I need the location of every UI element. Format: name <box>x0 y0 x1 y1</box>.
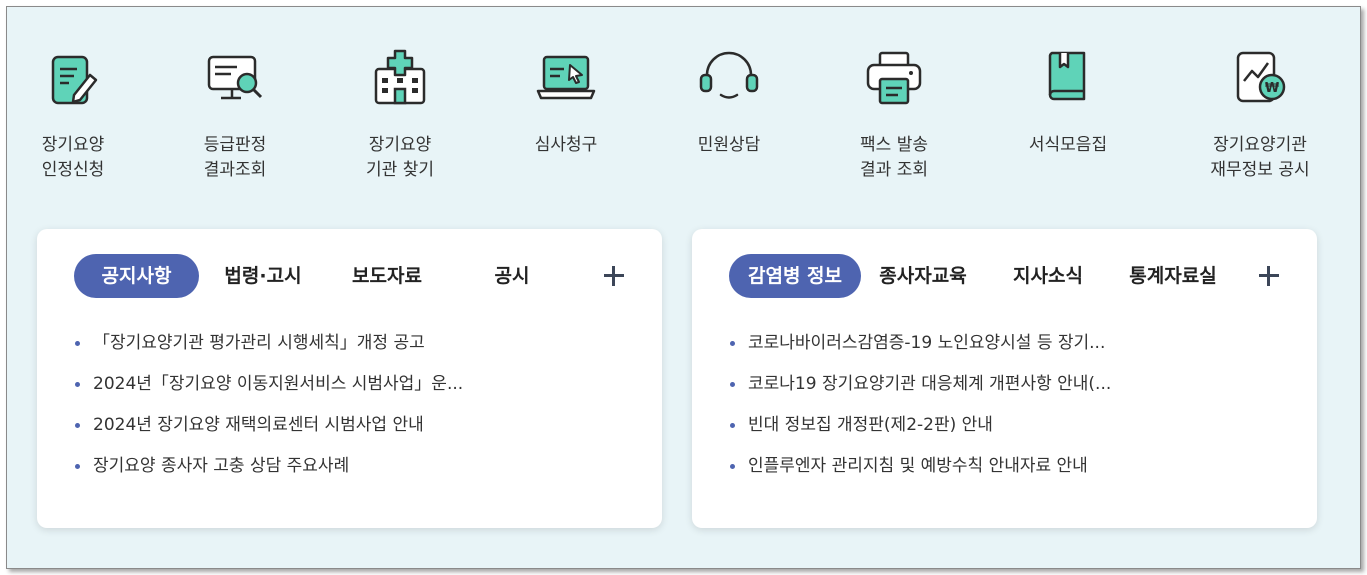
quick-item-label: 팩스 발송 결과 조회 <box>860 135 928 180</box>
list-item[interactable]: 「장기요양기관 평가관리 시행세칙」개정 공고 <box>73 328 633 369</box>
more-plus-icon[interactable] <box>1255 262 1283 290</box>
application-form-icon <box>41 45 105 109</box>
list-item[interactable]: 2024년 장기요양 재택의료센터 시범사업 안내 <box>73 410 633 451</box>
quick-item-forms[interactable]: 서식모음집 <box>993 45 1143 158</box>
list-item[interactable]: 인플루엔자 관리지침 및 예방수칙 안내자료 안내 <box>728 451 1288 492</box>
list-item[interactable]: 코로나19 장기요양기관 대응체계 개편사항 안내(... <box>728 369 1288 410</box>
notice-list: 「장기요양기관 평가관리 시행세칙」개정 공고 2024년「장기요양 이동지원서… <box>73 328 633 492</box>
quick-item-label: 서식모음집 <box>1028 135 1108 155</box>
list-item[interactable]: 코로나바이러스감염증-19 노인요양시설 등 장기... <box>728 328 1288 369</box>
quick-item-label: 장기요양 기관 찾기 <box>366 135 434 180</box>
fax-printer-icon <box>862 45 926 109</box>
info-list: 코로나바이러스감염증-19 노인요양시설 등 장기... 코로나19 장기요양기… <box>728 328 1288 492</box>
tab-press-releases[interactable]: 보도자료 <box>337 254 437 298</box>
tab-disclosure[interactable]: 공시 <box>477 254 547 298</box>
finance-chart-won-icon: ₩ <box>1228 45 1292 109</box>
quick-item-label: 장기요양 인정신청 <box>41 135 105 180</box>
info-board-tabs: 감염병 정보 종사자교육 지사소식 통계자료실 <box>692 254 1317 298</box>
headset-icon <box>697 45 761 109</box>
monitor-search-icon <box>203 45 267 109</box>
notice-board: 공지사항 법령·고시 보도자료 공시 「장기요양기관 평가관리 시행세칙」개정 … <box>37 229 662 528</box>
quick-item-find-institution[interactable]: 장기요양 기관 찾기 <box>325 45 475 183</box>
quick-item-finance-disclosure[interactable]: ₩ 장기요양기관 재무정보 공시 <box>1185 45 1335 183</box>
quick-item-consultation[interactable]: 민원상담 <box>654 45 804 158</box>
quick-item-label: 심사청구 <box>534 135 598 155</box>
quick-item-label: 등급판정 결과조회 <box>203 135 267 180</box>
tab-laws[interactable]: 법령·고시 <box>209 254 317 298</box>
list-item[interactable]: 장기요양 종사자 고충 상담 주요사례 <box>73 451 633 492</box>
tab-infectious-disease[interactable]: 감염병 정보 <box>729 254 861 298</box>
quick-item-application[interactable]: 장기요양 인정신청 <box>0 45 148 183</box>
laptop-cursor-icon <box>534 45 598 109</box>
quick-item-grade-result[interactable]: 등급판정 결과조회 <box>160 45 310 183</box>
tab-staff-education[interactable]: 종사자교육 <box>867 254 979 298</box>
list-item[interactable]: 빈대 정보집 개정판(제2-2판) 안내 <box>728 410 1288 451</box>
info-board: 감염병 정보 종사자교육 지사소식 통계자료실 코로나바이러스감염증-19 노인… <box>692 229 1317 528</box>
tab-branch-news[interactable]: 지사소식 <box>1002 254 1094 298</box>
quick-item-label: 장기요양기관 재무정보 공시 <box>1210 135 1310 180</box>
quick-item-review-claim[interactable]: 심사청구 <box>491 45 641 158</box>
tab-notices[interactable]: 공지사항 <box>74 254 199 298</box>
main-frame: 장기요양 인정신청 등급판정 결과조회 장기요양 기관 찾기 심사청구 민원상담… <box>6 6 1361 569</box>
hospital-icon <box>368 45 432 109</box>
more-plus-icon[interactable] <box>600 262 628 290</box>
quick-menu: 장기요양 인정신청 등급판정 결과조회 장기요양 기관 찾기 심사청구 민원상담… <box>7 7 1360 207</box>
list-item[interactable]: 2024년「장기요양 이동지원서비스 시범사업」운... <box>73 369 633 410</box>
notice-board-tabs: 공지사항 법령·고시 보도자료 공시 <box>37 254 662 298</box>
book-icon <box>1036 45 1100 109</box>
tab-statistics[interactable]: 통계자료실 <box>1118 254 1228 298</box>
svg-text:₩: ₩ <box>1265 81 1280 96</box>
quick-item-label: 민원상담 <box>697 135 761 155</box>
quick-item-fax-result[interactable]: 팩스 발송 결과 조회 <box>819 45 969 183</box>
